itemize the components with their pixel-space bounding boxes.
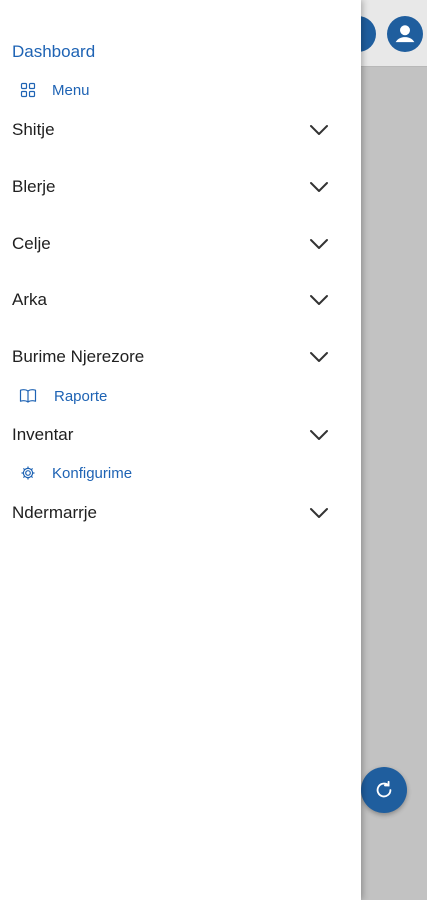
section-inventar[interactable]: Inventar <box>12 420 330 450</box>
chevron-down-icon[interactable] <box>308 119 330 141</box>
section-label: Shitje <box>12 120 55 139</box>
raporte-link[interactable]: Raporte <box>12 386 107 406</box>
section-label: Ndermarrje <box>12 503 98 522</box>
section-blerje[interactable]: Blerje <box>12 172 330 202</box>
menu-link[interactable]: Menu <box>12 80 90 100</box>
refresh-fab[interactable] <box>361 767 407 813</box>
section-label: Arka <box>12 290 47 309</box>
section-label: Blerje <box>12 177 56 196</box>
menu-label: Menu <box>52 81 90 99</box>
dashboard-label: Dashboard <box>12 42 96 61</box>
book-icon <box>18 386 38 406</box>
navigation-drawer: Dashboard Menu Shitje Blerje Celje Arka … <box>0 0 361 900</box>
section-label: Burime Njerezore <box>12 347 145 366</box>
dashboard-link[interactable]: Dashboard <box>12 42 95 62</box>
section-burime-njerezore[interactable]: Burime Njerezore <box>12 342 330 372</box>
section-arka[interactable]: Arka <box>12 285 330 315</box>
section-label: Inventar <box>12 425 74 444</box>
profile-button[interactable] <box>387 16 423 52</box>
raporte-label: Raporte <box>54 387 108 405</box>
section-celje[interactable]: Celje <box>12 229 330 259</box>
chevron-down-icon[interactable] <box>308 502 330 524</box>
section-shitje[interactable]: Shitje <box>12 115 330 145</box>
konfigurime-link[interactable]: Konfigurime <box>12 463 132 483</box>
chevron-down-icon[interactable] <box>308 289 330 311</box>
section-ndermarrje[interactable]: Ndermarrje <box>12 498 330 528</box>
account-circle-icon <box>391 20 419 48</box>
refresh-icon <box>376 780 392 798</box>
grid-icon <box>18 80 38 100</box>
konfigurime-label: Konfigurime <box>52 464 133 482</box>
chevron-down-icon[interactable] <box>308 346 330 368</box>
gear-icon <box>18 463 38 483</box>
section-label: Celje <box>12 234 51 253</box>
chevron-down-icon[interactable] <box>308 424 330 446</box>
chevron-down-icon[interactable] <box>308 176 330 198</box>
chevron-down-icon[interactable] <box>308 233 330 255</box>
